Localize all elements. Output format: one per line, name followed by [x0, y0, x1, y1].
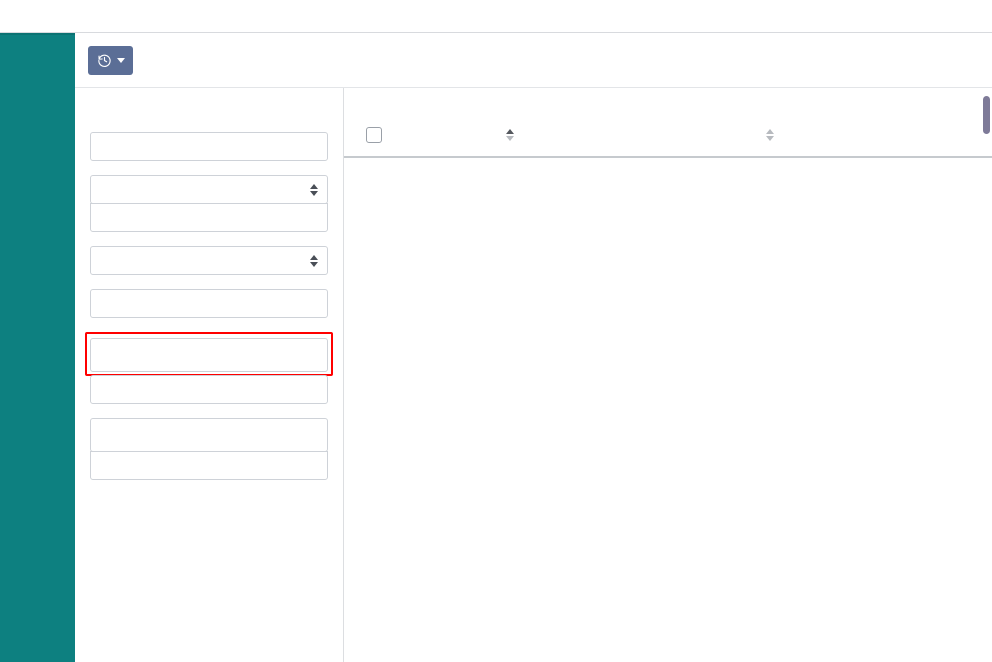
has-none-tags-chip-box[interactable]	[90, 338, 328, 372]
header-varenr[interactable]	[402, 119, 532, 157]
filter-panel	[75, 88, 344, 662]
has-any-tags-input[interactable]	[90, 289, 328, 318]
history-button[interactable]	[88, 46, 133, 75]
results-panel	[344, 88, 992, 662]
header-tags[interactable]	[792, 119, 992, 157]
results-title	[344, 88, 992, 102]
header-select-all	[344, 119, 402, 157]
app-logo[interactable]	[0, 0, 56, 33]
breadcrumb-bar	[75, 33, 992, 88]
filter-has-any-tags-group	[90, 289, 328, 318]
has-all-tags-input[interactable]	[90, 451, 328, 480]
results-table	[344, 119, 992, 158]
filter-has-none-tags-group	[85, 332, 333, 376]
select-arrows-icon	[310, 184, 318, 196]
app-root	[0, 0, 992, 662]
has-all-tags-chip-box[interactable]	[90, 418, 328, 452]
has-none-tags-input-wrap	[90, 375, 328, 404]
find-partner-input[interactable]	[90, 203, 328, 232]
has-none-tags-input[interactable]	[90, 375, 328, 404]
results-vertical-scrollbar[interactable]	[983, 96, 990, 134]
left-sidebar	[0, 33, 75, 662]
filter-has-all-tags-group	[90, 418, 328, 480]
top-navigation-bar	[0, 0, 992, 33]
sort-globalt-navn-icon[interactable]	[766, 129, 774, 141]
keyword-input[interactable]	[90, 132, 328, 161]
partner-relation-select[interactable]	[90, 175, 328, 204]
results-table-head	[344, 119, 992, 157]
filter-category-group	[90, 246, 328, 275]
sort-varenr-icon[interactable]	[506, 129, 514, 141]
chevron-down-icon	[117, 58, 125, 63]
filter-partner-group	[90, 175, 328, 232]
select-arrows-icon	[310, 255, 318, 267]
select-all-checkbox[interactable]	[366, 127, 382, 143]
table-header-row	[344, 119, 992, 157]
sidebar-section-header	[0, 35, 75, 59]
header-globalt-navn[interactable]	[532, 119, 792, 157]
category-select[interactable]	[90, 246, 328, 275]
filter-keyword-group	[90, 132, 328, 161]
history-clock-icon	[97, 53, 112, 68]
